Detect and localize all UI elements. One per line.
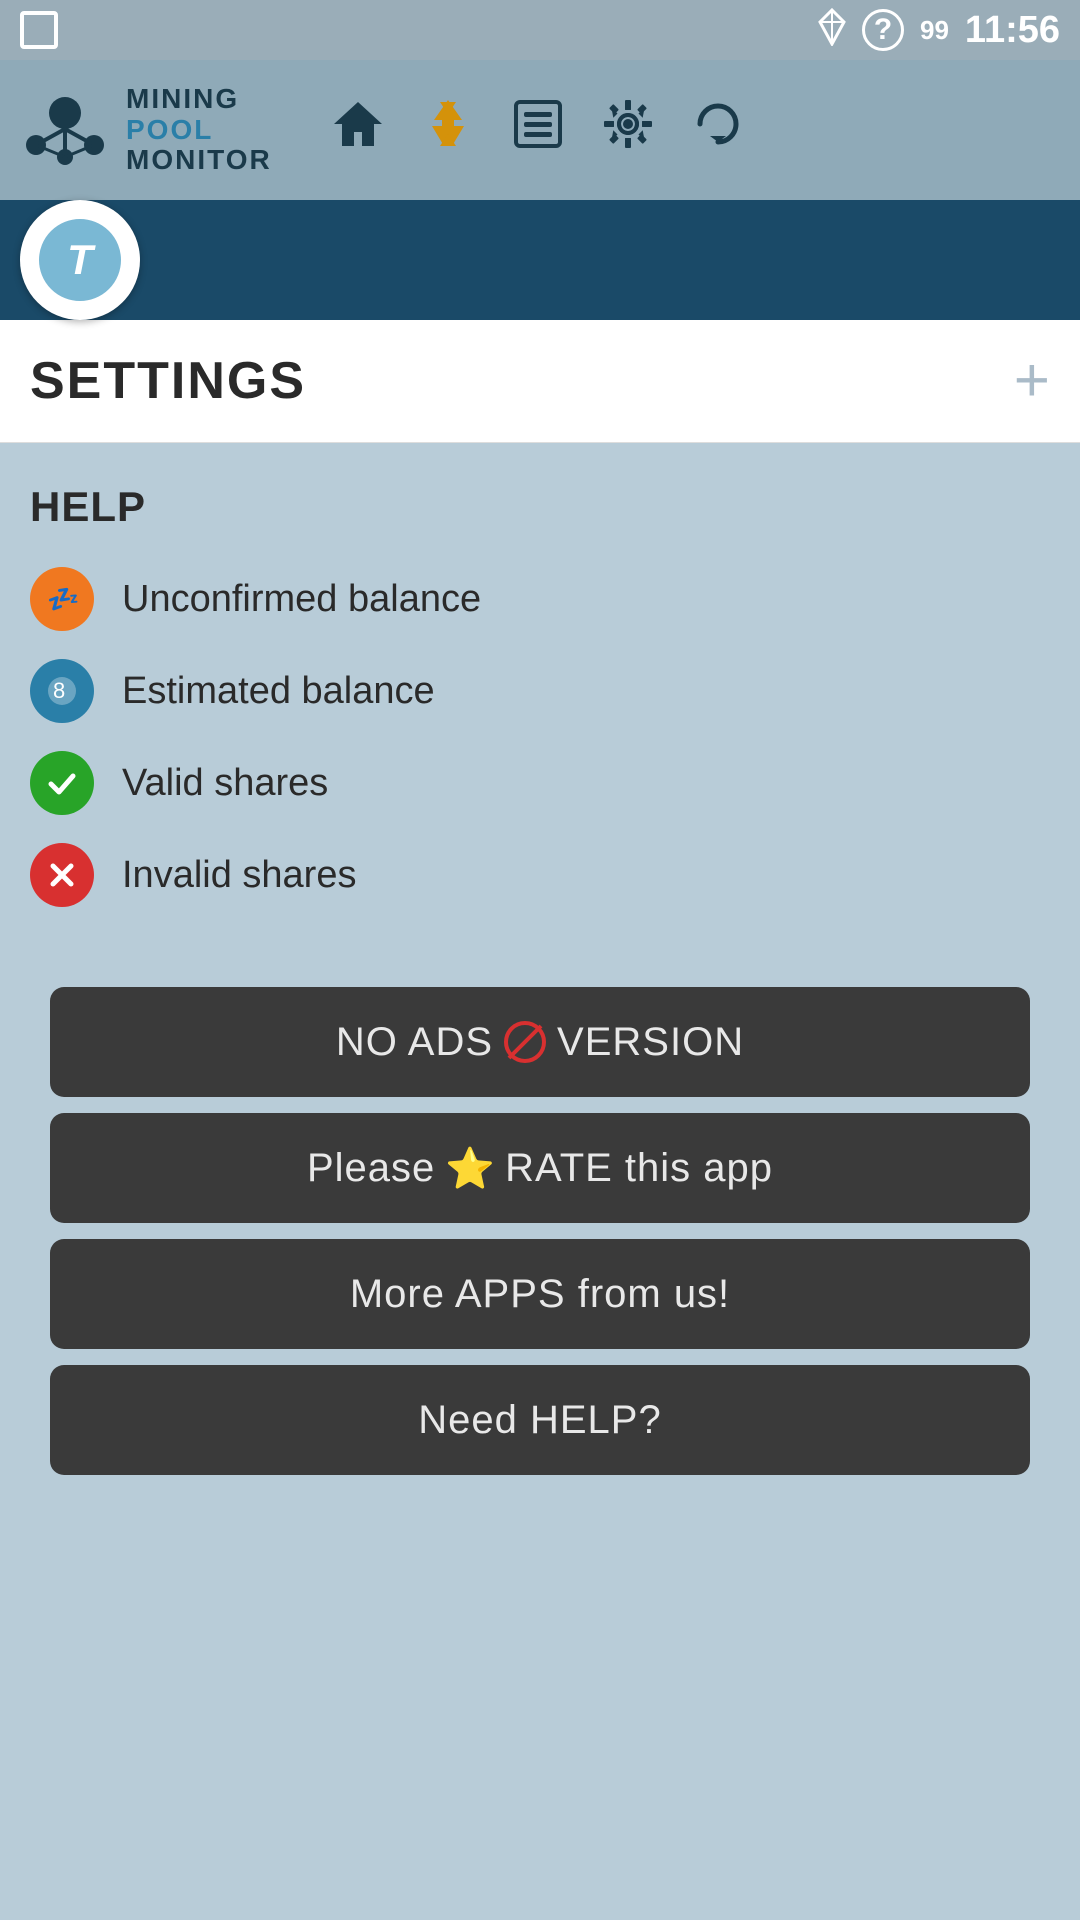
status-square-icon — [20, 11, 58, 49]
invalid-icon — [30, 843, 94, 907]
help-item-valid: Valid shares — [30, 751, 1050, 815]
invalid-label: Invalid shares — [122, 854, 356, 897]
logo-monitor: MONITOR — [126, 145, 272, 176]
list-nav-button[interactable] — [512, 98, 564, 163]
valid-label: Valid shares — [122, 762, 328, 805]
page-title: SETTINGS — [30, 351, 306, 411]
help-title: HELP — [30, 483, 1050, 531]
gear-nav-button[interactable] — [602, 98, 654, 163]
action-buttons: NO ADS VERSION Please ⭐ RATE this app Mo… — [30, 987, 1050, 1475]
more-apps-button[interactable]: More APPS from us! — [50, 1239, 1030, 1349]
main-content: HELP 💤 Unconfirmed balance 8 — [0, 443, 1080, 1893]
help-items-list: 💤 Unconfirmed balance 8 Estimated balanc… — [30, 567, 1050, 907]
status-time: 11:56 — [965, 9, 1060, 52]
coin-avatar: T — [20, 200, 140, 320]
no-ads-text: NO ADS — [336, 1020, 493, 1065]
no-ads-button[interactable]: NO ADS VERSION — [50, 987, 1030, 1097]
status-bar-right: ? 99 11:56 — [818, 8, 1060, 53]
nav-bar: MINING POOL MONITOR — [0, 60, 1080, 200]
refresh-nav-button[interactable] — [692, 98, 744, 163]
network-logo-icon — [20, 85, 110, 175]
status-bar: ? 99 11:56 — [0, 0, 1080, 60]
coin-inner: T — [35, 215, 125, 305]
valid-icon — [30, 751, 94, 815]
estimated-label: Estimated balance — [122, 670, 435, 713]
logo-mining: MINING — [126, 84, 272, 115]
download-nav-button[interactable] — [422, 98, 474, 163]
need-help-text: Need HELP? — [418, 1398, 661, 1443]
home-nav-button[interactable] — [332, 98, 384, 163]
help-item-invalid: Invalid shares — [30, 843, 1050, 907]
add-setting-button[interactable]: + — [1014, 350, 1050, 412]
help-section: HELP 💤 Unconfirmed balance 8 — [30, 483, 1050, 907]
battery-icon: 99 — [920, 15, 949, 46]
help-icon: ? — [862, 9, 904, 51]
no-ads-version-text: VERSION — [557, 1020, 744, 1065]
svg-text:8: 8 — [53, 678, 65, 703]
coin-banner: T — [0, 200, 1080, 320]
unconfirmed-icon: 💤 — [30, 567, 94, 631]
rate-app-button[interactable]: Please ⭐ RATE this app — [50, 1113, 1030, 1223]
need-help-button[interactable]: Need HELP? — [50, 1365, 1030, 1475]
rate-please-text: Please — [307, 1146, 435, 1191]
unconfirmed-label: Unconfirmed balance — [122, 578, 481, 621]
logo-area: MINING POOL MONITOR — [20, 84, 272, 176]
no-ads-icon — [503, 1020, 547, 1064]
help-item-estimated: 8 Estimated balance — [30, 659, 1050, 723]
status-bar-left — [20, 11, 58, 49]
nav-icons — [332, 98, 744, 163]
rate-text: RATE this app — [505, 1146, 773, 1191]
svg-text:💤: 💤 — [47, 584, 79, 614]
star-icon: ⭐ — [445, 1145, 495, 1192]
estimated-icon: 8 — [30, 659, 94, 723]
logo-pool: POOL — [126, 115, 272, 146]
more-apps-text: More APPS from us! — [350, 1272, 730, 1317]
help-item-unconfirmed: 💤 Unconfirmed balance — [30, 567, 1050, 631]
settings-header: SETTINGS + — [0, 320, 1080, 443]
coin-symbol: T — [67, 236, 93, 284]
logo-text: MINING POOL MONITOR — [126, 84, 272, 176]
signal-icon — [818, 8, 846, 53]
